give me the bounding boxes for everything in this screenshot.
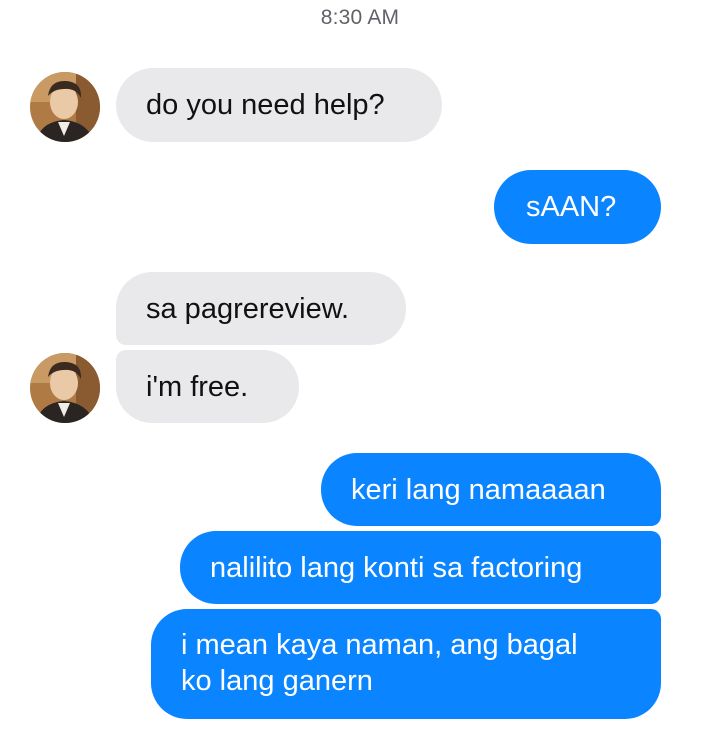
contact-avatar[interactable]	[30, 353, 100, 423]
message-bubble-outgoing[interactable]: sAAN?	[494, 170, 661, 244]
message-bubble-outgoing[interactable]: i mean kaya naman, ang bagal ko lang gan…	[151, 609, 661, 719]
profile-photo-icon	[30, 72, 100, 142]
message-text: sa pagrereview.	[146, 293, 350, 325]
chat-screen: 8:30 AM do you need help? sAAN? sa pagre…	[0, 0, 720, 734]
contact-avatar[interactable]	[30, 72, 100, 142]
message-bubble-outgoing[interactable]: nalilito lang konti sa factoring	[180, 531, 661, 604]
message-timestamp: 8:30 AM	[320, 6, 400, 29]
message-bubble-outgoing[interactable]: keri lang namaaaan	[321, 453, 661, 526]
message-text: nalilito lang konti sa factoring	[210, 552, 583, 584]
message-bubble-incoming[interactable]: do you need help?	[116, 68, 442, 142]
message-text: i'm free.	[146, 371, 249, 403]
message-text-line: ko lang ganern	[181, 665, 373, 697]
message-text: keri lang namaaaan	[351, 474, 606, 506]
message-bubble-incoming[interactable]: sa pagrereview.	[116, 272, 406, 345]
message-text: sAAN?	[526, 191, 617, 223]
message-text-line: i mean kaya naman, ang bagal	[181, 629, 578, 661]
profile-photo-icon	[30, 353, 100, 423]
message-text: do you need help?	[146, 89, 385, 121]
message-bubble-incoming[interactable]: i'm free.	[116, 350, 299, 423]
